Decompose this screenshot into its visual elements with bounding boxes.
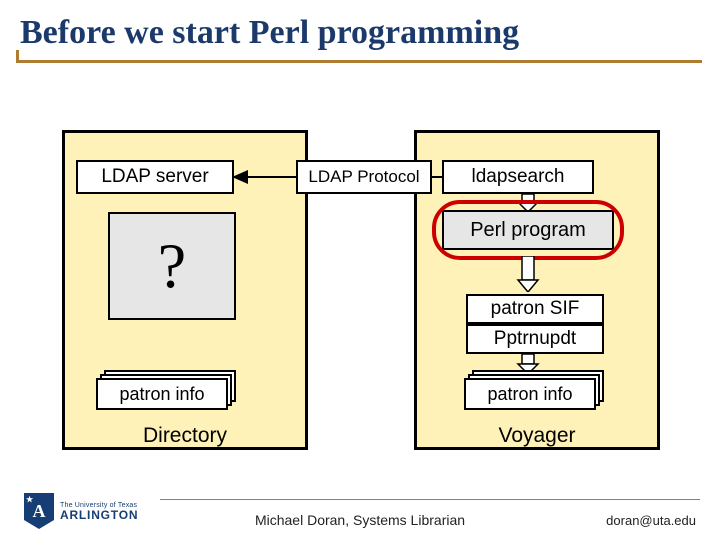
system-label-left: Directory xyxy=(62,424,308,448)
perl-program-box: Perl program xyxy=(442,210,614,250)
ldap-server-box: LDAP server xyxy=(76,160,234,194)
patron-info-stack-right: patron info xyxy=(464,370,604,406)
footer: ★ A The University of Texas ARLINGTON Mi… xyxy=(0,488,720,540)
slide-title: Before we start Perl programming xyxy=(20,14,519,52)
slide: Before we start Perl programming LDAP se… xyxy=(0,0,720,540)
footer-rule xyxy=(160,499,700,500)
patron-info-label: patron info xyxy=(464,378,596,410)
title-rule xyxy=(16,60,702,63)
protocol-box: LDAP Protocol xyxy=(296,160,432,194)
footer-email: doran@uta.edu xyxy=(606,513,696,528)
patron-info-stack-left: patron info xyxy=(96,370,236,406)
question-box: ? xyxy=(108,212,236,320)
patron-info-label: patron info xyxy=(96,378,228,410)
patron-sif-box: patron SIF xyxy=(466,294,604,324)
pptrnupdt-box: Pptrnupdt xyxy=(466,324,604,354)
system-label-right: Voyager xyxy=(414,424,660,448)
ldapsearch-box: ldapsearch xyxy=(442,160,594,194)
star-icon: ★ xyxy=(26,495,33,504)
